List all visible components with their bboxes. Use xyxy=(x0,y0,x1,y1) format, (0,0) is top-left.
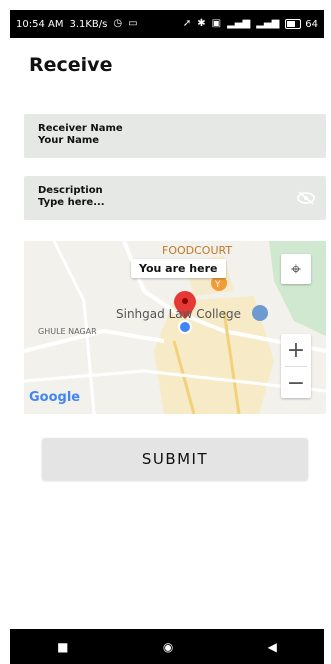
google-logo: Google xyxy=(29,390,81,405)
location-icon: ➚ xyxy=(182,18,192,29)
map-label-area: GHULE NAGAR xyxy=(38,327,97,336)
zoom-out-button[interactable]: − xyxy=(281,367,311,399)
battery-text: 64 xyxy=(305,18,318,30)
description-label: Description xyxy=(38,185,103,196)
description-field[interactable]: Description Type here... xyxy=(24,176,326,220)
receiver-name-label: Receiver Name xyxy=(38,123,123,134)
zoom-in-button[interactable]: + xyxy=(281,334,311,366)
crosshair-icon: ⌖ xyxy=(290,258,302,280)
map-label-foodcourt: FOODCOURT xyxy=(162,244,233,257)
map-label-college: Sinhgad Law College xyxy=(116,307,242,321)
back-button[interactable]: ◀ xyxy=(268,640,277,654)
battery-indicator: 64 xyxy=(285,19,318,30)
navigation-bar: ■ ◉ ◀ xyxy=(10,629,324,664)
location-map[interactable]: Y FOODCOURT Sinhgad Law College GHULE NA… xyxy=(24,241,326,414)
image-icon: ▣ xyxy=(211,18,222,29)
receiver-name-placeholder[interactable]: Your Name xyxy=(38,135,312,146)
status-bar: 10:54 AM 3.1KB/s ◷ ▭ ➚ ✱ ▣ ▂▄▆ ▂▄▆ 64 xyxy=(10,10,324,38)
battery-icon xyxy=(285,19,302,29)
notification-icon: ▭ xyxy=(128,18,138,29)
home-button[interactable]: ◉ xyxy=(163,640,173,654)
submit-button[interactable]: SUBMIT xyxy=(42,438,308,480)
bluetooth-icon: ✱ xyxy=(197,18,206,29)
description-placeholder[interactable]: Type here... xyxy=(38,197,312,208)
alarm-icon: ◷ xyxy=(113,18,123,29)
signal-icon: ▂▄▆ xyxy=(227,18,251,29)
svg-text:Y: Y xyxy=(214,280,221,290)
recents-button[interactable]: ■ xyxy=(57,640,68,654)
signal-2-icon: ▂▄▆ xyxy=(256,18,280,29)
network-speed: 3.1KB/s xyxy=(69,18,108,30)
you-are-here-popup: You are here xyxy=(131,259,226,278)
receiver-name-field[interactable]: Receiver Name Your Name xyxy=(24,114,326,158)
status-time: 10:54 AM xyxy=(16,18,64,30)
zoom-controls: + − xyxy=(281,334,311,398)
phone-screen: 10:54 AM 3.1KB/s ◷ ▭ ➚ ✱ ▣ ▂▄▆ ▂▄▆ 64 Re… xyxy=(10,0,326,664)
page-title: Receive xyxy=(29,54,113,76)
visibility-off-icon[interactable] xyxy=(296,190,316,205)
my-location-button[interactable]: ⌖ xyxy=(281,254,311,284)
